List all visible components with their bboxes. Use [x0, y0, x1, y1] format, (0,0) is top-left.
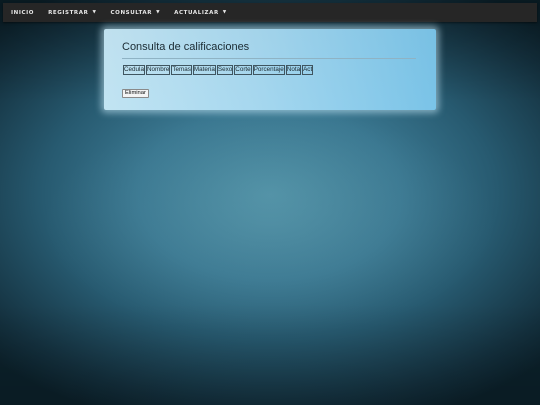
title-divider	[122, 58, 416, 59]
nav-item-actualizar[interactable]: ACTUALIZAR ▼	[167, 3, 234, 22]
column-header-corte: Corte	[234, 65, 252, 75]
nav-item-label: ACTUALIZAR	[174, 9, 219, 16]
nav-item-registrar[interactable]: REGISTRAR ▼	[41, 3, 103, 22]
column-header-materia: Materia	[192, 65, 216, 75]
page-title: Consulta de calificaciones	[122, 41, 250, 53]
column-header-act: Act	[302, 65, 314, 75]
column-header-nota: Nota	[285, 65, 302, 75]
caret-down-icon: ▼	[222, 10, 227, 15]
column-header-temas: Temas	[171, 65, 192, 75]
top-navbar: INICIO REGISTRAR ▼ CONSULTAR ▼ ACTUALIZA…	[3, 3, 537, 22]
column-header-sexo: Sexo	[216, 65, 234, 75]
grades-query-panel: Consulta de calificaciones Cedula Nombre…	[104, 29, 436, 110]
nav-item-consultar[interactable]: CONSULTAR ▼	[104, 3, 168, 22]
nav-item-label: CONSULTAR	[110, 9, 153, 16]
nav-item-label: REGISTRAR	[48, 9, 89, 16]
table-header-row: Cedula Nombre Temas Materia Sexo Corte P…	[123, 65, 314, 75]
delete-button[interactable]: Eliminar	[122, 89, 149, 98]
nav-item-label: INICIO	[11, 9, 35, 16]
caret-down-icon: ▼	[92, 10, 97, 15]
grades-table: Cedula Nombre Temas Materia Sexo Corte P…	[122, 64, 314, 76]
column-header-porcentaje: Porcentaje	[252, 65, 285, 75]
caret-down-icon: ▼	[156, 10, 161, 15]
nav-item-inicio[interactable]: INICIO	[3, 3, 41, 22]
column-header-cedula: Cedula	[123, 65, 145, 75]
column-header-nombre: Nombre	[145, 65, 171, 75]
